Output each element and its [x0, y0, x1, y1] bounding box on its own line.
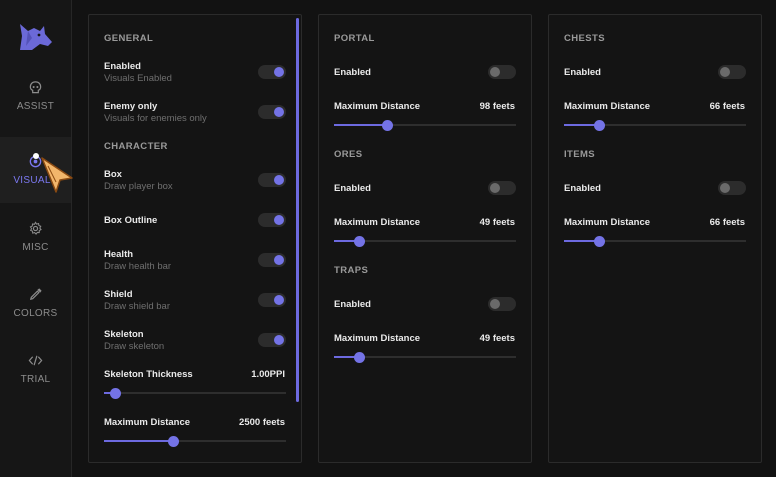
health-toggle[interactable]: [258, 253, 286, 267]
slider-thumb[interactable]: [593, 120, 605, 131]
code-icon: [28, 355, 43, 366]
nav-misc[interactable]: MISC: [0, 204, 71, 270]
max-distance-label: Maximum Distance: [104, 417, 191, 428]
max-distance-value: 2500 feets: [239, 417, 285, 428]
ores-distance-value: 49 feets: [479, 217, 515, 228]
enemy-only-label: Enemy only: [104, 101, 158, 112]
traps-enabled-toggle[interactable]: [488, 297, 516, 311]
portal-ores-traps-panel: PORTAL Enabled Maximum Distance 98 feets…: [318, 14, 532, 463]
traps-distance-label: Maximum Distance: [334, 333, 421, 344]
slider-thumb[interactable]: [354, 236, 366, 247]
skeleton-toggle[interactable]: [258, 333, 286, 347]
shield-label: Shield: [104, 289, 133, 300]
enabled-desc: Visuals Enabled: [104, 73, 172, 84]
eyedropper-icon: [29, 288, 42, 301]
nav-colors-label: COLORS: [13, 308, 58, 319]
box-label: Box: [104, 169, 122, 180]
shield-desc: Draw shield bar: [104, 301, 170, 312]
section-title-portal: PORTAL: [334, 33, 375, 44]
box-desc: Draw player box: [104, 181, 173, 192]
nav-colors[interactable]: COLORS: [0, 270, 71, 336]
ores-enabled-label: Enabled: [334, 183, 371, 194]
gear-icon: [29, 221, 42, 235]
enemy-only-toggle[interactable]: [258, 105, 286, 119]
slider-thumb[interactable]: [381, 120, 393, 131]
portal-distance-label: Maximum Distance: [334, 101, 421, 112]
nav-assist-label: ASSIST: [16, 101, 55, 112]
nav-misc-label: MISC: [22, 242, 49, 253]
traps-distance-value: 49 feets: [479, 333, 515, 344]
items-distance-slider[interactable]: [564, 236, 746, 247]
sidebar: ASSIST VISUALS MISC COLORS TRIAL: [0, 0, 72, 477]
scrollbar[interactable]: [296, 18, 299, 402]
nav-trial-label: TRIAL: [20, 374, 51, 385]
skeleton-desc: Draw skeleton: [104, 341, 165, 352]
chests-distance-label: Maximum Distance: [564, 101, 651, 112]
chests-enabled-toggle[interactable]: [718, 65, 746, 79]
wolf-logo-icon: [20, 24, 52, 50]
box-outline-label: Box Outline: [104, 215, 158, 226]
chests-enabled-label: Enabled: [564, 67, 601, 78]
chests-distance-value: 66 feets: [709, 101, 745, 112]
enabled-label: Enabled: [104, 61, 141, 72]
skeleton-thickness-value: 1.00PPI: [251, 369, 285, 380]
section-title-ores: ORES: [334, 149, 363, 160]
enabled-toggle[interactable]: [258, 65, 286, 79]
section-title-general: GENERAL: [104, 33, 154, 44]
ores-enabled-toggle[interactable]: [488, 181, 516, 195]
section-title-character: CHARACTER: [104, 141, 168, 152]
slider-thumb[interactable]: [109, 388, 121, 399]
slider-thumb[interactable]: [354, 352, 366, 363]
skeleton-thickness-label: Skeleton Thickness: [104, 369, 193, 380]
chests-distance-slider[interactable]: [564, 120, 746, 131]
section-title-items: ITEMS: [564, 149, 596, 160]
portal-distance-value: 98 feets: [479, 101, 515, 112]
health-label: Health: [104, 249, 134, 260]
items-distance-value: 66 feets: [709, 217, 745, 228]
portal-enabled-toggle[interactable]: [488, 65, 516, 79]
nav-assist[interactable]: ASSIST: [0, 63, 71, 129]
slider-thumb[interactable]: [168, 436, 180, 447]
traps-distance-slider[interactable]: [334, 352, 516, 363]
slider-thumb[interactable]: [593, 236, 605, 247]
skull-icon: [29, 81, 42, 94]
portal-enabled-label: Enabled: [334, 67, 371, 78]
enemy-only-desc: Visuals for enemies only: [104, 113, 207, 124]
chests-items-panel: CHESTS Enabled Maximum Distance 66 feets…: [548, 14, 762, 463]
skeleton-thickness-slider[interactable]: [104, 388, 286, 399]
items-distance-label: Maximum Distance: [564, 217, 651, 228]
ores-distance-slider[interactable]: [334, 236, 516, 247]
portal-distance-slider[interactable]: [334, 120, 516, 131]
health-desc: Draw health bar: [104, 261, 172, 272]
traps-enabled-label: Enabled: [334, 299, 371, 310]
box-outline-toggle[interactable]: [258, 213, 286, 227]
box-toggle[interactable]: [258, 173, 286, 187]
items-enabled-toggle[interactable]: [718, 181, 746, 195]
pointer-cursor-icon: [33, 153, 73, 193]
max-distance-slider[interactable]: [104, 436, 286, 447]
skeleton-label: Skeleton: [104, 329, 144, 340]
items-enabled-label: Enabled: [564, 183, 601, 194]
visuals-general-panel: GENERAL Enabled Visuals Enabled Enemy on…: [88, 14, 302, 463]
section-title-chests: CHESTS: [564, 33, 605, 44]
section-title-traps: TRAPS: [334, 265, 369, 276]
shield-toggle[interactable]: [258, 293, 286, 307]
nav-trial[interactable]: TRIAL: [0, 336, 71, 402]
ores-distance-label: Maximum Distance: [334, 217, 421, 228]
